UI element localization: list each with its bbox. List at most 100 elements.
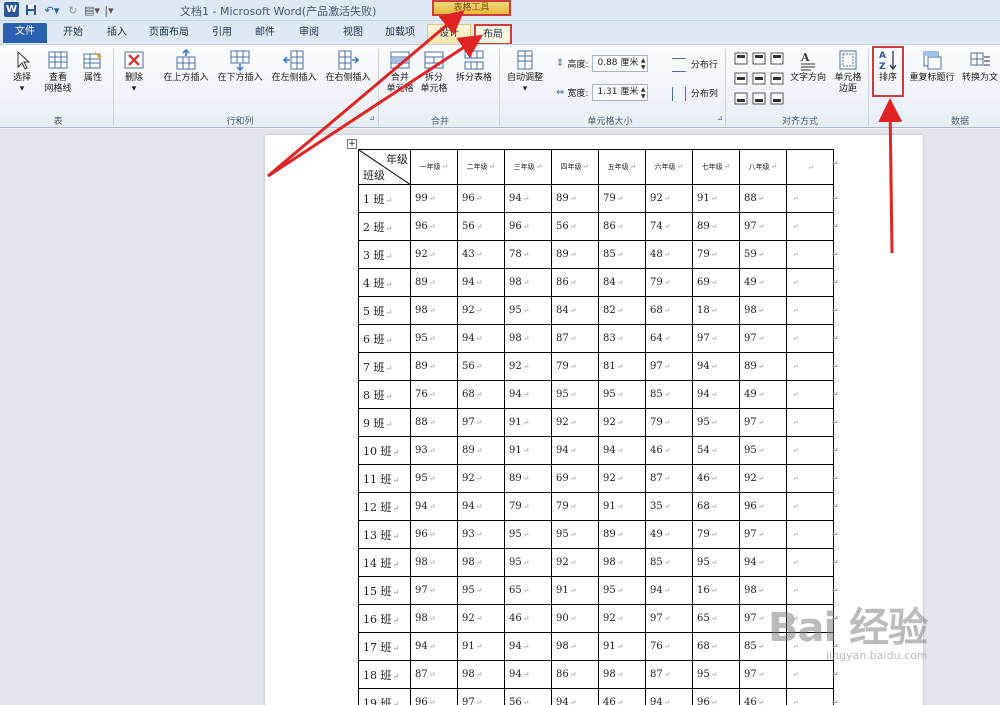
table-cell[interactable]: 89↵ bbox=[504, 464, 552, 493]
table-cell[interactable]: 92↵ bbox=[551, 408, 599, 437]
table-cell[interactable]: 68↵ bbox=[457, 380, 505, 409]
table-cell[interactable]: 91↵ bbox=[504, 408, 552, 437]
table-cell[interactable]: 93↵ bbox=[410, 436, 458, 465]
table-cell[interactable]: 94↵ bbox=[410, 492, 458, 521]
table-cell[interactable]: 85↵ bbox=[645, 548, 693, 577]
table-cell-empty[interactable]: ↵ bbox=[786, 380, 834, 409]
table-cell[interactable]: 95↵ bbox=[692, 548, 740, 577]
table-cell[interactable]: 98↵ bbox=[739, 296, 787, 325]
row-header-cell[interactable]: 12 班↵ bbox=[358, 492, 411, 521]
table-cell[interactable]: 65↵ bbox=[692, 604, 740, 633]
merge-cells-button[interactable]: 合并 单元格 bbox=[384, 49, 416, 95]
delete-button[interactable]: 删除 ▾ bbox=[118, 49, 150, 95]
table-cell[interactable]: 94↵ bbox=[504, 380, 552, 409]
table-cell[interactable]: 16↵ bbox=[692, 576, 740, 605]
dialog-launcher-icon[interactable]: ⊿ bbox=[369, 114, 375, 122]
table-cell[interactable]: 90↵ bbox=[551, 604, 599, 633]
table-cell[interactable]: 95↵ bbox=[410, 324, 458, 353]
table-cell[interactable]: 89↵ bbox=[410, 352, 458, 381]
table-cell-empty[interactable]: ↵ bbox=[786, 492, 834, 521]
column-header-cell[interactable]: 八年级↵ bbox=[739, 149, 787, 185]
text-direction-button[interactable]: A 文字方向 bbox=[787, 49, 829, 84]
table-move-handle-icon[interactable]: + bbox=[347, 139, 357, 149]
table-cell[interactable]: 94↵ bbox=[645, 688, 693, 705]
row-header-cell[interactable]: 15 班↵ bbox=[358, 576, 411, 605]
autofit-button[interactable]: 自动调整 ▾ bbox=[503, 49, 547, 95]
table-cell[interactable]: 91↵ bbox=[598, 492, 646, 521]
table-cell[interactable]: 91↵ bbox=[457, 632, 505, 661]
table-cell[interactable]: 79↵ bbox=[551, 352, 599, 381]
table-cell[interactable]: 94↵ bbox=[692, 380, 740, 409]
tab-review[interactable]: 审阅 bbox=[292, 24, 326, 44]
print-preview-icon[interactable]: ▤▾ bbox=[84, 2, 100, 18]
table-cell[interactable]: 94↵ bbox=[739, 548, 787, 577]
tab-home[interactable]: 开始 bbox=[56, 24, 90, 44]
insert-left-button[interactable]: 在左侧插入 bbox=[268, 49, 320, 84]
document-table[interactable]: 年级 班级 一年级↵ 二年级↵ 三年级↵ 四年级↵ 五年级↵ 六年级↵ 七年级↵ 八年级↵ ↵ 1 班… bbox=[358, 149, 834, 705]
row-header-cell[interactable]: 18 班↵ bbox=[358, 660, 411, 689]
table-cell-empty[interactable]: ↵ bbox=[786, 212, 834, 241]
table-cell[interactable]: 56↵ bbox=[551, 212, 599, 241]
table-cell[interactable]: 98↵ bbox=[504, 268, 552, 297]
table-cell[interactable]: 86↵ bbox=[598, 212, 646, 241]
table-cell[interactable]: 46↵ bbox=[598, 688, 646, 705]
table-cell[interactable]: 85↵ bbox=[598, 240, 646, 269]
table-cell-empty[interactable]: ↵ bbox=[786, 464, 834, 493]
row-header-cell[interactable]: 11 班↵ bbox=[358, 464, 411, 493]
row-header-cell[interactable]: 3 班↵ bbox=[358, 240, 411, 269]
table-cell[interactable]: 82↵ bbox=[598, 296, 646, 325]
table-cell[interactable]: 76↵ bbox=[645, 632, 693, 661]
table-cell[interactable]: 68↵ bbox=[692, 492, 740, 521]
row-header-cell[interactable]: 17 班↵ bbox=[358, 632, 411, 661]
column-header-cell[interactable]: 六年级↵ bbox=[645, 149, 693, 185]
table-cell[interactable]: 48↵ bbox=[645, 240, 693, 269]
table-cell[interactable]: 95↵ bbox=[410, 464, 458, 493]
table-cell-empty[interactable]: ↵ bbox=[786, 436, 834, 465]
dialog-launcher-icon[interactable]: ⊿ bbox=[717, 114, 723, 122]
table-cell[interactable]: 69↵ bbox=[692, 268, 740, 297]
column-header-cell[interactable]: 五年级↵ bbox=[598, 149, 646, 185]
table-cell[interactable]: 94↵ bbox=[551, 436, 599, 465]
row-header-cell[interactable]: 19 班↵ bbox=[358, 688, 411, 705]
split-table-button[interactable]: 拆分表格 bbox=[453, 49, 495, 84]
table-cell[interactable]: 93↵ bbox=[457, 520, 505, 549]
table-cell[interactable]: 43↵ bbox=[457, 240, 505, 269]
table-cell-empty[interactable]: ↵ bbox=[786, 520, 834, 549]
table-cell[interactable]: 88↵ bbox=[739, 184, 787, 213]
table-cell[interactable]: 18↵ bbox=[692, 296, 740, 325]
table-cell[interactable]: 68↵ bbox=[692, 632, 740, 661]
table-cell[interactable]: 79↵ bbox=[645, 408, 693, 437]
table-cell[interactable]: 92↵ bbox=[457, 604, 505, 633]
table-cell[interactable]: 59↵ bbox=[739, 240, 787, 269]
table-cell[interactable]: 89↵ bbox=[457, 436, 505, 465]
table-cell[interactable]: 95↵ bbox=[504, 296, 552, 325]
column-header-cell[interactable]: 二年级↵ bbox=[457, 149, 505, 185]
table-cell[interactable]: 96↵ bbox=[410, 212, 458, 241]
row-height-spinner[interactable]: ⇕ 高度: 0.88 厘米 ▲ ▼ bbox=[556, 55, 649, 72]
column-width-spinner[interactable]: ⇔ 宽度: 1.31 厘米 ▲ ▼ bbox=[556, 84, 649, 101]
table-cell[interactable]: 97↵ bbox=[739, 324, 787, 353]
column-header-cell[interactable]: 四年级↵ bbox=[551, 149, 599, 185]
table-cell-empty[interactable]: ↵ bbox=[786, 352, 834, 381]
table-cell[interactable]: 99↵ bbox=[410, 184, 458, 213]
table-cell[interactable]: 94↵ bbox=[598, 436, 646, 465]
table-cell[interactable]: 98↵ bbox=[598, 660, 646, 689]
table-cell[interactable]: 92↵ bbox=[457, 464, 505, 493]
table-cell-empty[interactable]: ↵ bbox=[786, 268, 834, 297]
table-cell[interactable]: 79↵ bbox=[692, 520, 740, 549]
distribute-rows-button[interactable]: 分布行 bbox=[672, 58, 718, 72]
table-cell[interactable]: 87↵ bbox=[645, 660, 693, 689]
table-cell[interactable]: 95↵ bbox=[504, 520, 552, 549]
row-header-cell[interactable]: 4 班↵ bbox=[358, 268, 411, 297]
table-cell[interactable]: 89↵ bbox=[410, 268, 458, 297]
table-cell-empty[interactable]: ↵ bbox=[786, 184, 834, 213]
tab-design[interactable]: 设计 bbox=[427, 24, 471, 44]
table-cell[interactable]: 69↵ bbox=[551, 464, 599, 493]
table-cell[interactable]: 97↵ bbox=[645, 604, 693, 633]
table-cell[interactable]: 56↵ bbox=[504, 688, 552, 705]
customize-qat-icon[interactable]: |▾ bbox=[104, 2, 114, 18]
table-cell[interactable]: 79↵ bbox=[692, 240, 740, 269]
table-cell[interactable]: 94↵ bbox=[504, 660, 552, 689]
table-cell[interactable]: 98↵ bbox=[457, 548, 505, 577]
spin-arrows-icon[interactable]: ▲ ▼ bbox=[641, 57, 646, 71]
